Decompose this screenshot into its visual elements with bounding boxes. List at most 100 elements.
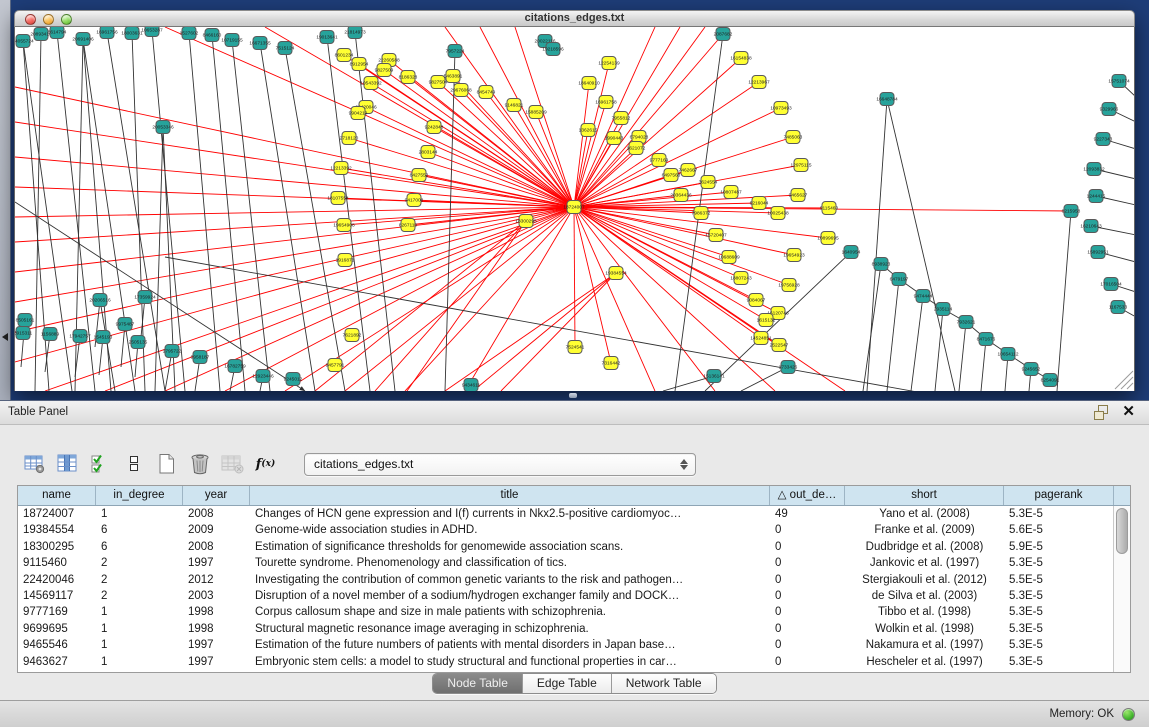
cell-pagerank[interactable]: 5.6E-5 xyxy=(1004,522,1114,538)
row-height-icon[interactable] xyxy=(117,449,150,479)
cell-pagerank[interactable]: 5.3E-5 xyxy=(1004,654,1114,670)
graph-node[interactable]: 16210643 xyxy=(1080,220,1102,233)
graph-node[interactable]: 3624554 xyxy=(699,176,718,189)
cell-short[interactable]: Franke et al. (2009) xyxy=(845,522,1004,538)
graph-node[interactable]: 12254139 xyxy=(598,57,620,70)
graph-node[interactable]: 16961756 xyxy=(96,27,118,39)
new-column-icon[interactable] xyxy=(150,449,183,479)
table-row[interactable]: 1830029562008Estimation of significance … xyxy=(18,539,1130,555)
cell-in_degree[interactable]: 2 xyxy=(96,572,183,588)
graph-node[interactable]: 1916871 xyxy=(336,254,355,267)
table-row[interactable]: 969969511998Structural magnetic resonanc… xyxy=(18,621,1130,637)
close-panel-icon[interactable]: ✕ xyxy=(1122,404,1135,420)
cell-title[interactable]: Estimation of significance thresholds fo… xyxy=(250,539,770,555)
graph-node[interactable]: 15885209 xyxy=(525,106,547,119)
cell-out_de[interactable]: 0 xyxy=(770,621,845,637)
cell-in_degree[interactable]: 2 xyxy=(96,555,183,571)
network-window-titlebar[interactable]: citations_edges.txt xyxy=(14,10,1135,27)
graph-node[interactable]: 7524541 xyxy=(566,341,585,354)
graph-node[interactable]: 12923446 xyxy=(252,370,274,383)
cell-year[interactable]: 2008 xyxy=(183,506,250,522)
cell-year[interactable]: 2009 xyxy=(183,522,250,538)
cell-in_degree[interactable]: 1 xyxy=(96,637,183,653)
cell-year[interactable]: 1997 xyxy=(183,654,250,670)
cell-pagerank[interactable]: 5.3E-5 xyxy=(1004,637,1114,653)
cell-name[interactable]: 18724007 xyxy=(18,506,96,522)
graph-node[interactable]: 2522547 xyxy=(770,339,789,352)
table-row[interactable]: 946554611997Estimation of the future num… xyxy=(18,637,1130,653)
graph-node[interactable]: 1640954 xyxy=(842,246,861,259)
graph-node[interactable]: 7462667 xyxy=(679,164,698,177)
cell-title[interactable]: Estimation of the future numbers of pati… xyxy=(250,637,770,653)
graph-node[interactable]: 9146821 xyxy=(505,99,524,112)
cell-out_de[interactable]: 0 xyxy=(770,588,845,604)
table-row[interactable]: 1872400712008Changes of HCN gene express… xyxy=(18,506,1130,522)
show-column-icon[interactable] xyxy=(51,449,84,479)
graph-node[interactable]: 9474444 xyxy=(914,290,933,303)
graph-node[interactable]: 17942757 xyxy=(69,330,91,343)
graph-node[interactable]: 1167533 xyxy=(1109,301,1128,314)
graph-node[interactable]: 9329966 xyxy=(1100,103,1119,116)
graph-node[interactable]: 8471676 xyxy=(977,333,996,346)
cell-year[interactable]: 2003 xyxy=(183,588,250,604)
cell-short[interactable]: de Silva et al. (2003) xyxy=(845,588,1004,604)
table-row[interactable]: 946362711997Embryonic stem cells: a mode… xyxy=(18,654,1130,670)
cell-pagerank[interactable]: 5.3E-5 xyxy=(1004,555,1114,571)
column-header-pagerank[interactable]: pagerank xyxy=(1004,486,1114,505)
graph-node[interactable]: 10807487 xyxy=(720,186,742,199)
graph-node[interactable]: 18640910 xyxy=(578,77,600,90)
graph-node[interactable]: 2803144 xyxy=(419,146,438,159)
zoom-button[interactable] xyxy=(61,14,72,25)
graph-node[interactable]: 10899695 xyxy=(817,232,839,245)
graph-node[interactable]: 9417008 xyxy=(405,194,424,207)
graph-node[interactable]: 12093832 xyxy=(1083,163,1105,176)
graph-node[interactable]: 8215958 xyxy=(1062,205,1081,218)
graph-node[interactable]: 6216044 xyxy=(750,197,769,210)
graph-node[interactable]: 7316442 xyxy=(602,357,621,370)
table-row[interactable]: 911546021997Tourette syndrome. Phenomeno… xyxy=(18,555,1130,571)
cell-name[interactable]: 9465546 xyxy=(18,637,96,653)
collapse-arrow-icon[interactable] xyxy=(2,333,8,341)
graph-node[interactable]: 16154838 xyxy=(730,52,752,65)
graph-node[interactable]: 9958187 xyxy=(191,351,210,364)
cell-pagerank[interactable]: 5.9E-5 xyxy=(1004,539,1114,555)
cell-out_de[interactable]: 0 xyxy=(770,654,845,670)
graph-node[interactable]: 1527602 xyxy=(180,27,199,40)
cell-title[interactable]: Disruption of a novel member of a sodium… xyxy=(250,588,770,604)
cell-year[interactable]: 1998 xyxy=(183,621,250,637)
cell-out_de[interactable]: 49 xyxy=(770,506,845,522)
cell-short[interactable]: Dudbridge et al. (2008) xyxy=(845,539,1004,555)
cell-short[interactable]: Yano et al. (2008) xyxy=(845,506,1004,522)
graph-node[interactable]: 9242848 xyxy=(425,121,444,134)
column-header-short[interactable]: short xyxy=(845,486,1004,505)
graph-node[interactable]: 7986372 xyxy=(692,207,711,220)
graph-node[interactable]: 7957224 xyxy=(446,45,465,58)
cell-name[interactable]: 14569117 xyxy=(18,588,96,604)
graph-node[interactable]: 7621892 xyxy=(343,329,362,342)
graph-node[interactable]: 16671355 xyxy=(249,37,271,50)
cell-in_degree[interactable]: 1 xyxy=(96,621,183,637)
graph-node[interactable]: 16648784 xyxy=(876,93,898,106)
cell-title[interactable]: Investigating the contribution of common… xyxy=(250,572,770,588)
graph-node[interactable]: 9465627 xyxy=(789,189,808,202)
graph-node[interactable]: 1362615 xyxy=(579,124,598,137)
graph-node[interactable]: 1244415 xyxy=(1087,190,1106,203)
graph-node[interactable]: 9115460 xyxy=(820,202,839,215)
graph-node[interactable]: 14524851 xyxy=(750,332,772,345)
cell-name[interactable]: 19384554 xyxy=(18,522,96,538)
graph-node[interactable]: 15751074 xyxy=(1108,75,1130,88)
graph-node[interactable]: 19013641 xyxy=(316,31,338,44)
graph-node[interactable]: 19384554 xyxy=(605,267,627,280)
graph-node[interactable]: 18003631 xyxy=(121,27,143,40)
cell-out_de[interactable]: 0 xyxy=(770,555,845,571)
scrollbar-thumb[interactable] xyxy=(1116,508,1128,554)
graph-node[interactable]: 17016504 xyxy=(1100,278,1122,291)
graph-node[interactable]: 20364436 xyxy=(670,189,692,202)
graph-node[interactable]: 8505161 xyxy=(16,314,35,327)
graph-node[interactable]: 10973493 xyxy=(770,102,792,115)
graph-node[interactable]: 2087682 xyxy=(714,28,733,41)
float-panel-icon[interactable] xyxy=(1094,405,1110,420)
memory-status-indicator[interactable] xyxy=(1122,708,1135,721)
column-header-name[interactable]: name xyxy=(18,486,96,505)
graph-node[interactable]: 3915311 xyxy=(15,327,32,340)
